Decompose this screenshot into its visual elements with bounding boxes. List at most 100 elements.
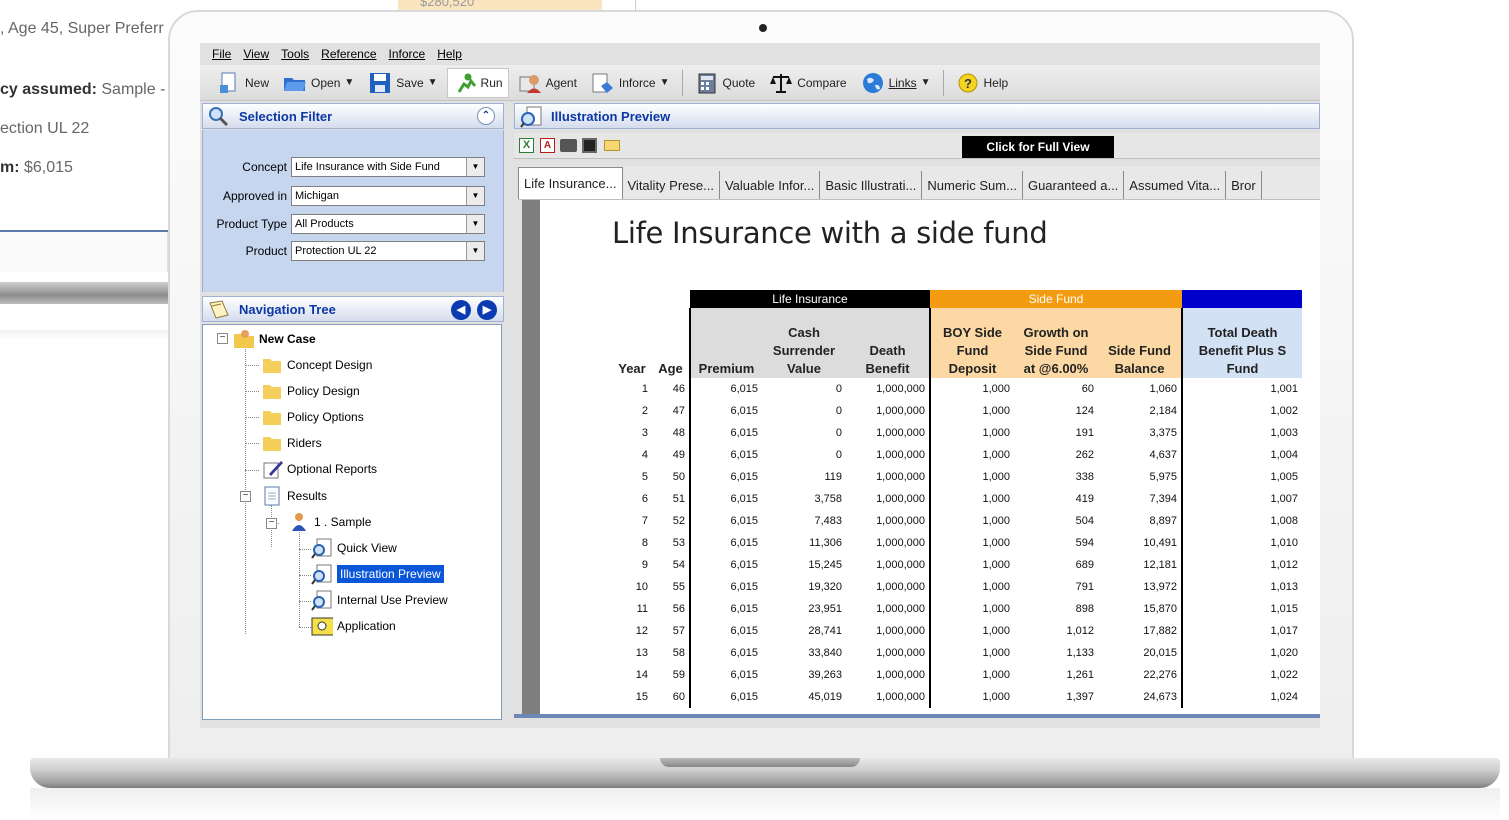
save-disk-icon[interactable]: [582, 138, 597, 153]
product-type-select[interactable]: All Products ▼: [291, 214, 485, 234]
inforce-dropdown-icon[interactable]: ▼: [660, 77, 670, 88]
chevron-down-icon[interactable]: ▼: [466, 242, 484, 260]
collapse-toggle-icon[interactable]: −: [266, 518, 277, 529]
tab-assumed-vitality[interactable]: Assumed Vita...: [1124, 171, 1227, 199]
tree-line: [299, 575, 311, 576]
table-cell: 60: [1081, 383, 1094, 395]
tree-item-optional-reports[interactable]: Optional Reports: [261, 458, 377, 480]
table-cell: 1,000,000: [876, 427, 925, 439]
toolbar-separator-2: [942, 69, 944, 96]
navigation-tree: − − − New Case Concept Design Policy Des…: [202, 324, 502, 720]
table-cell: 52: [672, 515, 685, 527]
illustration-preview-header: Illustration Preview: [514, 103, 1320, 129]
pdf-icon[interactable]: A: [540, 138, 555, 153]
compare-button[interactable]: Compare: [764, 68, 851, 98]
background-screen: , Age 45, Super Preferr cy assumed: Samp…: [0, 0, 168, 232]
menu-tools[interactable]: Tools: [281, 47, 309, 61]
table-cell: 13: [635, 647, 648, 659]
table-cell: 191: [1075, 427, 1094, 439]
tree-line: [299, 549, 311, 550]
navigation-tree-title: Navigation Tree: [239, 301, 336, 317]
tree-item-results[interactable]: Results: [261, 485, 327, 507]
links-label: Links: [888, 75, 917, 90]
approved-select[interactable]: Michigan ▼: [291, 186, 485, 206]
table-cell: 419: [1075, 493, 1094, 505]
tree-item-policy-options[interactable]: Policy Options: [261, 406, 364, 428]
tree-line: [245, 443, 259, 444]
document-gutter: [522, 200, 540, 714]
tree-item-label: Optional Reports: [287, 462, 378, 476]
links-dropdown-icon[interactable]: ▼: [921, 77, 931, 88]
menu-view[interactable]: View: [243, 47, 269, 61]
table-cell: 1,000,000: [876, 669, 925, 681]
approved-label: Approved in: [222, 189, 287, 203]
table-cell: 1,000,000: [876, 405, 925, 417]
tab-basic-illustration[interactable]: Basic Illustrati...: [820, 171, 923, 199]
tree-item-concept-design[interactable]: Concept Design: [261, 354, 372, 376]
links-button[interactable]: Links ▼: [856, 68, 936, 98]
table-cell: 1,013: [1181, 576, 1302, 598]
collapse-toggle-icon[interactable]: −: [217, 333, 228, 344]
tab-life-insurance[interactable]: Life Insurance...: [518, 167, 623, 199]
tree-item-new-case[interactable]: New Case: [233, 328, 316, 350]
new-button[interactable]: New: [212, 68, 274, 98]
tree-item-illustration-preview[interactable]: Illustration Preview: [311, 563, 444, 585]
open-button[interactable]: Open ▼: [278, 68, 359, 98]
table-cell: 1,000,000: [876, 383, 925, 395]
menu-help[interactable]: Help: [437, 47, 462, 61]
print-icon[interactable]: [560, 139, 577, 152]
tree-item-quick-view[interactable]: Quick View: [311, 537, 397, 559]
save-dropdown-icon[interactable]: ▼: [428, 77, 438, 88]
case-folder-icon: [233, 328, 255, 350]
table-cell: 53: [672, 537, 685, 549]
excel-icon[interactable]: X: [519, 138, 534, 153]
table-cell: 5: [641, 471, 648, 483]
save-button[interactable]: Save ▼: [363, 68, 442, 98]
tree-item-label: Results: [287, 489, 328, 503]
tree-item-sample[interactable]: 1 . Sample: [288, 511, 371, 533]
header-death-benefit: Death Benefit: [846, 308, 930, 378]
tab-guaranteed[interactable]: Guaranteed a...: [1023, 171, 1125, 199]
table-cell: 7,483: [814, 515, 842, 527]
inforce-button[interactable]: Inforce ▼: [586, 68, 675, 98]
save-label: Save: [396, 75, 424, 90]
agent-button[interactable]: Agent: [513, 68, 582, 98]
table-cell: 15: [635, 691, 648, 703]
collapse-toggle-icon[interactable]: −: [240, 491, 251, 502]
open-dropdown-icon[interactable]: ▼: [344, 77, 354, 88]
forward-arrow-icon[interactable]: ▶: [477, 300, 497, 320]
run-button[interactable]: Run: [446, 67, 509, 98]
back-arrow-icon[interactable]: ◀: [451, 300, 471, 320]
concept-select[interactable]: Life Insurance with Side Fund ▼: [291, 157, 485, 177]
menu-reference[interactable]: Reference: [321, 47, 376, 61]
table-cell: 28,741: [808, 625, 842, 637]
collapse-icon[interactable]: ⌃: [477, 107, 495, 125]
full-view-button[interactable]: Click for Full View: [962, 136, 1114, 158]
quote-button[interactable]: Quote: [690, 68, 761, 98]
tab-valuable-information[interactable]: Valuable Infor...: [720, 171, 821, 199]
table-cell: 59: [672, 669, 685, 681]
table-row: 3 48 6,015 0 1,000,000 1,000 191 3,375 1,003: [612, 422, 1302, 444]
tree-item-application[interactable]: Application: [311, 615, 396, 637]
menu-inforce[interactable]: Inforce: [389, 47, 426, 61]
help-button[interactable]: ? Help: [951, 68, 1014, 98]
tree-item-internal-use-preview[interactable]: Internal Use Preview: [311, 589, 448, 611]
tab-numeric-summary[interactable]: Numeric Sum...: [922, 171, 1023, 199]
tab-brochure[interactable]: Bror: [1226, 171, 1262, 199]
email-icon[interactable]: [604, 140, 620, 151]
tab-vitality-presentation[interactable]: Vitality Prese...: [623, 171, 720, 199]
table-cell: 1,005: [1181, 466, 1302, 488]
table-cell: 0: [835, 449, 842, 461]
table-cell: 6,015: [689, 466, 762, 488]
table-cell: 1,000: [929, 642, 1014, 664]
table-cell: 1,015: [1181, 598, 1302, 620]
header-age: Age: [652, 308, 690, 378]
chevron-down-icon[interactable]: ▼: [466, 215, 484, 233]
tree-item-riders[interactable]: Riders: [261, 432, 322, 454]
table-cell: 4: [641, 449, 648, 461]
chevron-down-icon[interactable]: ▼: [466, 187, 484, 205]
menu-file[interactable]: File: [212, 47, 231, 61]
product-select[interactable]: Protection UL 22 ▼: [291, 241, 485, 261]
chevron-down-icon[interactable]: ▼: [466, 158, 484, 176]
tree-item-policy-design[interactable]: Policy Design: [261, 380, 360, 402]
